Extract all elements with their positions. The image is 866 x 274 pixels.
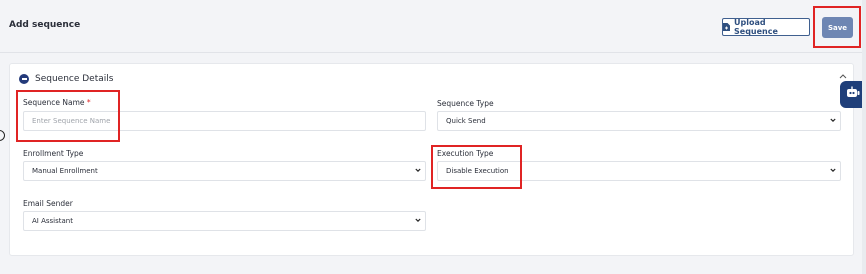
sequence-type-value: Quick Send — [446, 117, 486, 125]
upload-sequence-button[interactable]: Upload Sequence — [722, 18, 810, 36]
chevron-down-icon — [830, 117, 836, 123]
sequence-name-label: Sequence Name * — [23, 98, 91, 107]
sequence-type-select[interactable]: Quick Send — [437, 111, 841, 131]
execution-type-value: Disable Execution — [446, 167, 509, 175]
execution-type-select[interactable]: Disable Execution — [437, 161, 841, 181]
section-header[interactable]: Sequence Details — [19, 74, 113, 84]
email-sender-label: Email Sender — [23, 199, 73, 208]
sequence-details-card: Sequence Details Sequence Name * Enter S… — [9, 63, 854, 256]
chat-bot-icon — [845, 85, 861, 104]
enrollment-type-select[interactable]: Manual Enrollment — [23, 161, 426, 181]
enrollment-type-value: Manual Enrollment — [32, 167, 98, 175]
execution-type-label: Execution Type — [437, 149, 494, 158]
required-mark: * — [86, 98, 91, 107]
save-button[interactable]: Save — [822, 17, 853, 38]
chevron-down-icon — [830, 167, 836, 173]
enrollment-type-label: Enrollment Type — [23, 149, 84, 158]
section-title: Sequence Details — [35, 74, 114, 84]
scrollbar[interactable] — [862, 0, 866, 274]
page-title: Add sequence — [9, 20, 81, 30]
chevron-up-icon[interactable] — [839, 72, 847, 81]
cursor-ring-icon — [0, 130, 5, 141]
upload-sequence-label: Upload Sequence — [734, 18, 778, 36]
collapse-minus-icon[interactable] — [19, 74, 29, 84]
sequence-name-label-text: Sequence Name — [23, 98, 85, 107]
sequence-type-label: Sequence Type — [437, 99, 494, 108]
email-sender-select[interactable]: AI Assistant — [23, 211, 426, 231]
top-bar: Add sequence Upload Sequence Save — [0, 0, 866, 53]
chevron-down-icon — [415, 167, 421, 173]
sequence-name-input[interactable]: Enter Sequence Name — [23, 111, 426, 131]
sequence-name-placeholder: Enter Sequence Name — [32, 117, 111, 125]
chevron-down-icon — [415, 217, 421, 223]
document-upload-icon — [723, 23, 730, 31]
email-sender-value: AI Assistant — [32, 217, 73, 225]
